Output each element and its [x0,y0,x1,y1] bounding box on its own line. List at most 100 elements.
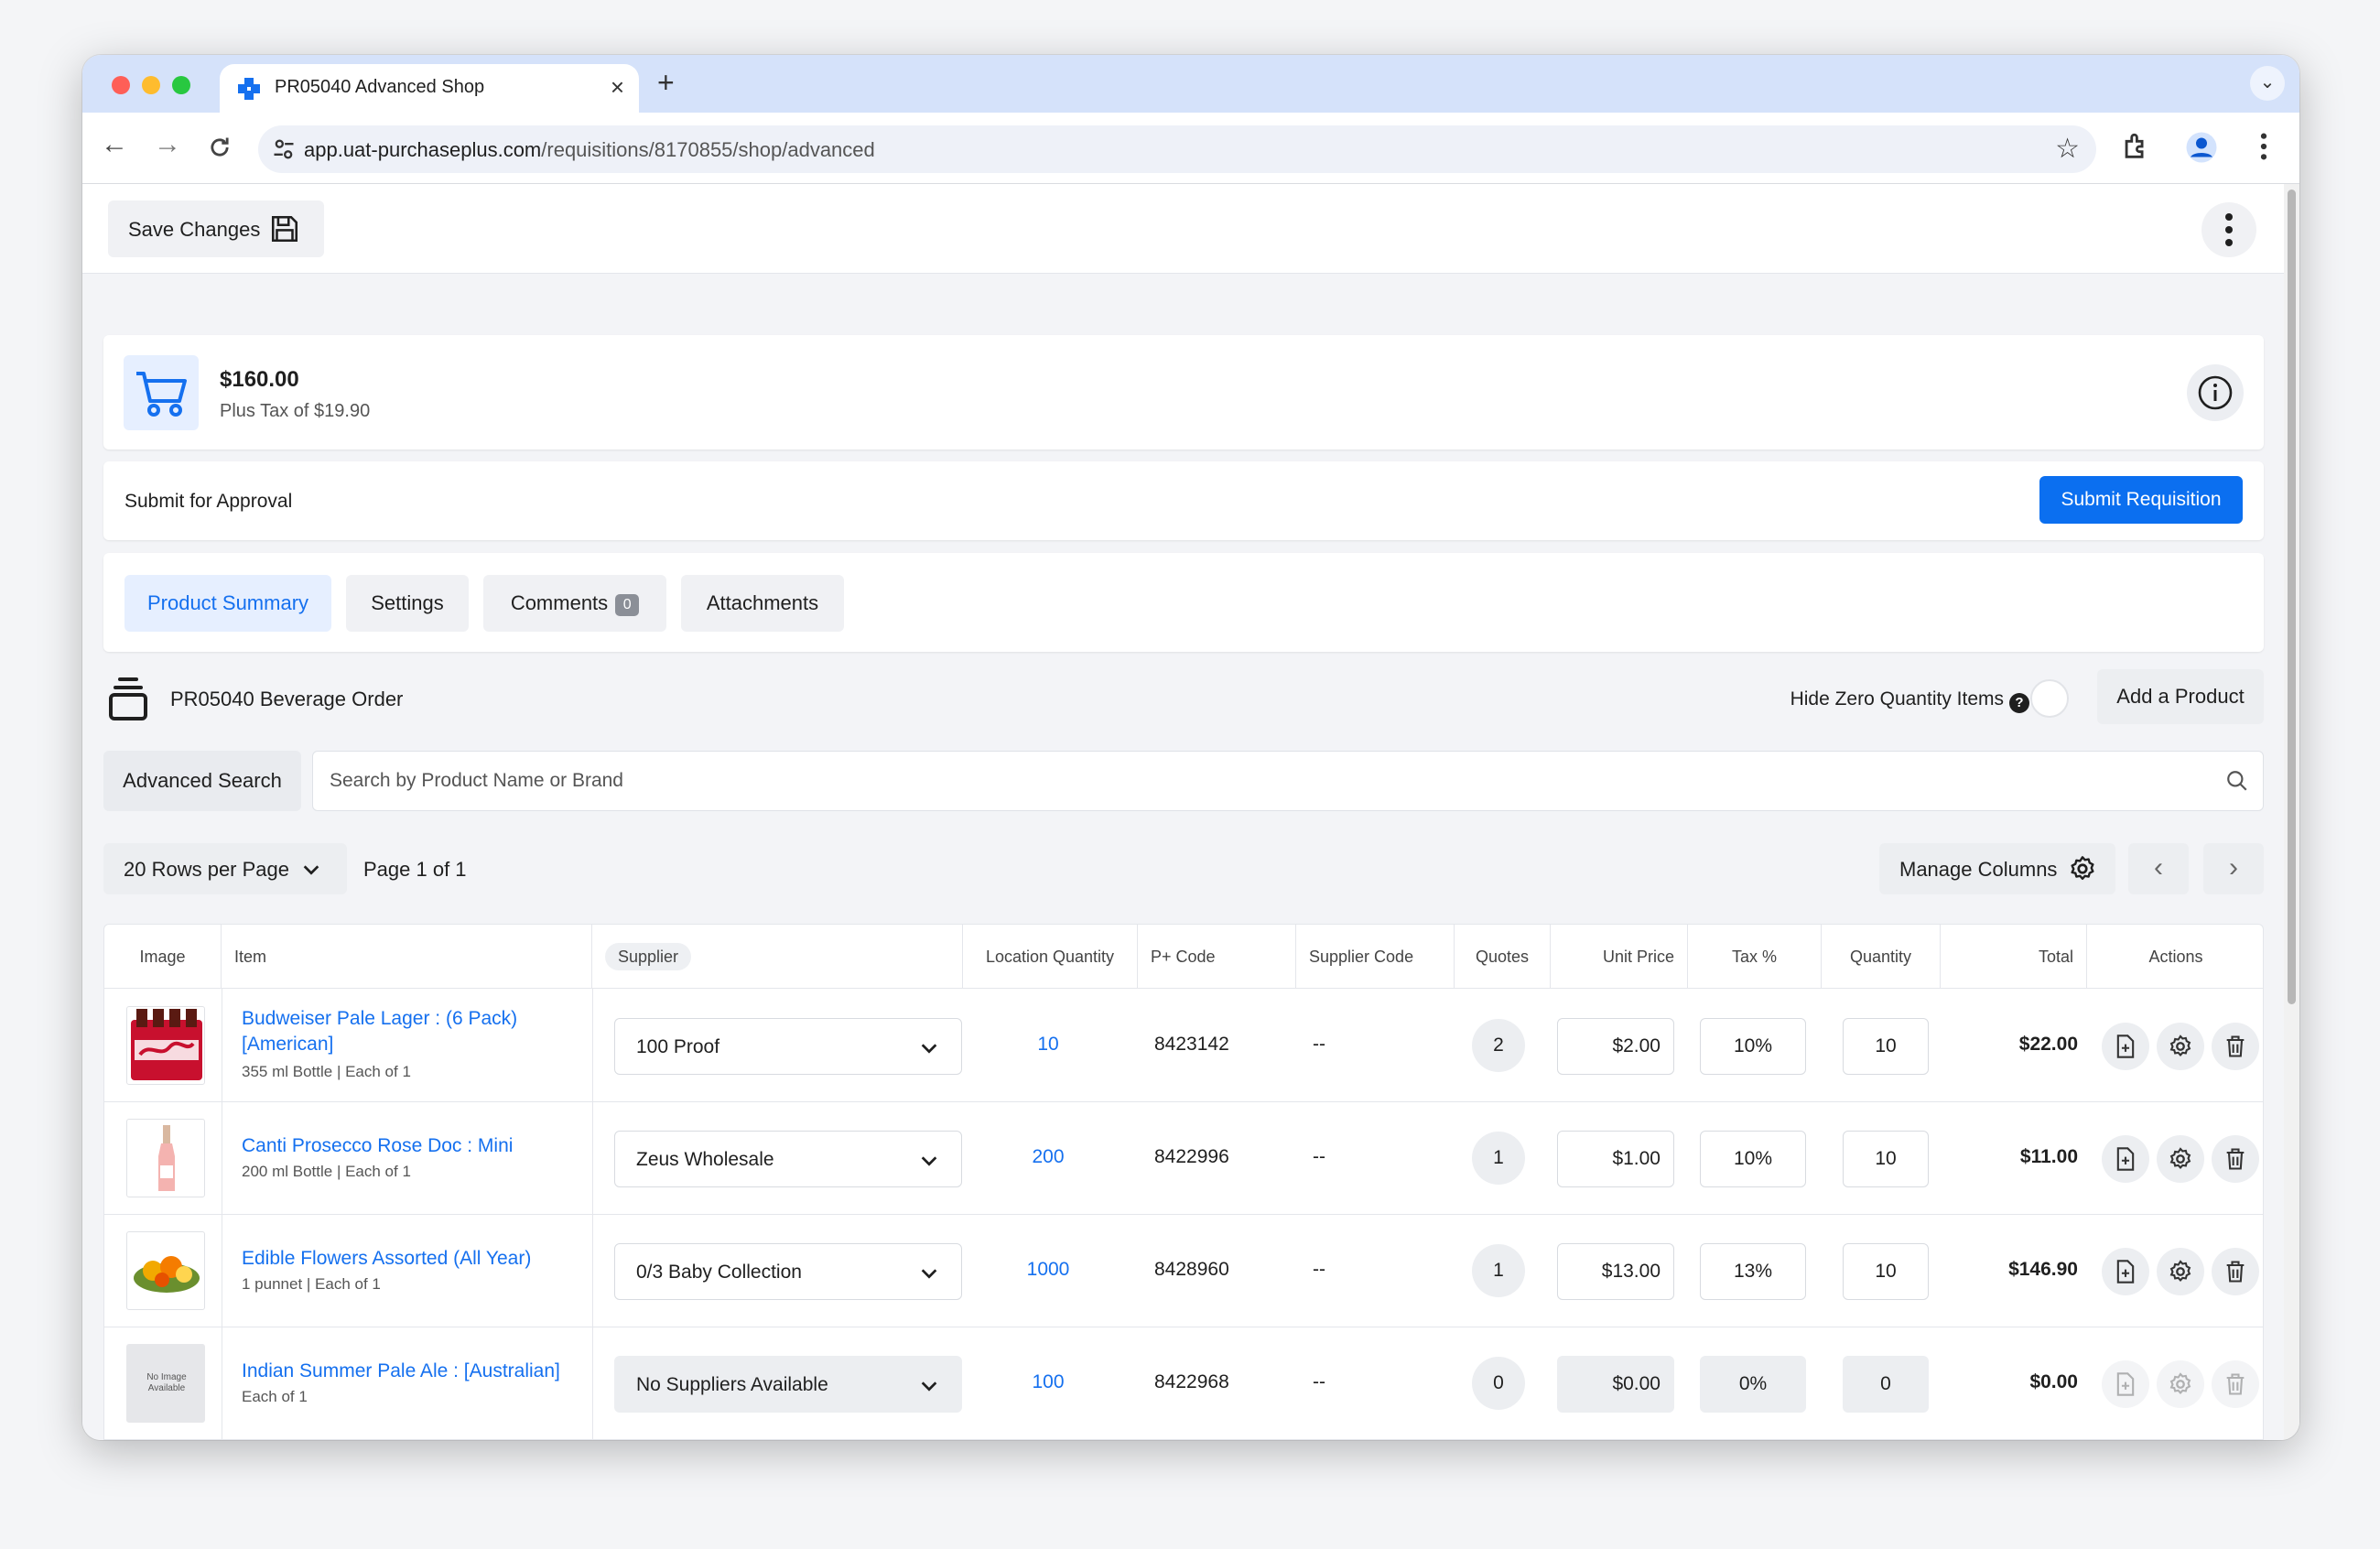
advanced-search-button[interactable]: Advanced Search [103,751,301,811]
quotes-count[interactable]: 0 [1472,1357,1525,1410]
chevron-down-icon [921,1381,937,1392]
total-amount: $160.00 [220,367,299,392]
back-icon[interactable]: ← [101,129,128,160]
delete-row-button[interactable] [2212,1135,2259,1183]
browser-toolbar: ← → app.uat-purchaseplus.com/requisition… [82,113,2299,184]
location-quantity-link[interactable]: 1000 [961,1259,1135,1281]
comments-count-badge: 0 [615,594,640,616]
chevron-down-icon [921,1044,937,1054]
product-name-link[interactable]: Budweiser Pale Lager : (6 Pack) [American… [242,1006,580,1057]
tab-attachments[interactable]: Attachments [681,575,844,632]
product-image[interactable] [126,1006,205,1085]
supplier-select[interactable]: Zeus Wholesale [614,1131,962,1187]
tab-search-icon[interactable]: ⌄ [2250,66,2285,101]
product-name-link[interactable]: Indian Summer Pale Ale : [Australian] [242,1359,580,1384]
reload-icon[interactable] [207,135,233,160]
unit-price-input[interactable]: $2.00 [1557,1018,1674,1075]
new-tab-icon[interactable]: + [657,66,675,100]
product-search-input[interactable] [312,751,2264,811]
add-note-button[interactable] [2102,1135,2149,1183]
location-quantity-link[interactable]: 10 [961,1034,1135,1056]
chevron-down-icon [303,865,319,875]
quantity-input[interactable]: 10 [1843,1018,1929,1075]
tax-input[interactable]: 10% [1700,1018,1806,1075]
search-icon[interactable] [2225,769,2249,793]
unit-price-input[interactable]: $13.00 [1557,1243,1674,1300]
product-image[interactable] [126,1231,205,1310]
table-header: Image Item Supplier Location Quantity P+… [104,925,2263,989]
quantity-input[interactable]: 10 [1843,1243,1929,1300]
next-page-button[interactable]: › [2203,843,2264,894]
hide-zero-label: Hide Zero Quantity Items? [1790,688,2029,713]
close-tab-icon[interactable]: × [611,73,624,102]
add-note-button[interactable] [2102,1023,2149,1070]
info-button[interactable] [2187,364,2244,421]
product-image[interactable] [126,1119,205,1197]
tab-product-summary[interactable]: Product Summary [124,575,331,632]
file-plus-icon [2116,1147,2135,1171]
quotes-count[interactable]: 1 [1472,1244,1525,1297]
supplier-code: -- [1313,1371,1325,1392]
total-tax: Plus Tax of $19.90 [220,401,371,421]
tax-input[interactable]: 13% [1700,1243,1806,1300]
more-options-button[interactable] [2202,202,2256,257]
help-icon[interactable]: ? [2009,693,2029,713]
delete-row-button[interactable] [2212,1248,2259,1295]
p-code: 8423142 [1154,1034,1229,1055]
maximize-window-button[interactable] [172,76,190,94]
col-supplier[interactable]: Supplier [592,925,963,989]
col-quotes: Quotes [1455,925,1551,989]
quantity-input[interactable]: 10 [1843,1131,1929,1187]
quotes-count[interactable]: 2 [1472,1019,1525,1072]
save-changes-button[interactable]: Save Changes [108,200,324,257]
row-settings-button[interactable] [2157,1135,2204,1183]
product-name-link[interactable]: Canti Prosecco Rose Doc : Mini [242,1133,580,1159]
tax-input[interactable]: 10% [1700,1131,1806,1187]
previous-page-button[interactable]: ‹ [2128,843,2189,894]
col-tax: Tax % [1688,925,1822,989]
close-window-button[interactable] [112,76,130,94]
location-quantity-link[interactable]: 100 [961,1371,1135,1393]
browser-menu-icon[interactable] [2257,131,2270,162]
tab-settings[interactable]: Settings [346,575,469,632]
order-title: PR05040 Beverage Order [170,688,404,710]
tab-comments[interactable]: Comments 0 [483,575,666,632]
site-settings-icon[interactable] [271,136,297,162]
browser-window: PR05040 Advanced Shop × + ⌄ ← → app.uat-… [82,55,2299,1440]
product-details: 1 punnet | Each of 1 [242,1275,381,1293]
supplier-select[interactable]: 100 Proof [614,1018,962,1075]
extensions-icon[interactable] [2120,131,2151,162]
add-note-button[interactable] [2102,1248,2149,1295]
p-code: 8428960 [1154,1259,1229,1280]
hide-zero-toggle[interactable] [2030,679,2069,718]
browser-tab[interactable]: PR05040 Advanced Shop × [220,64,639,113]
profile-avatar-icon[interactable] [2185,131,2218,164]
row-settings-button[interactable] [2157,1248,2204,1295]
product-details: Each of 1 [242,1388,308,1405]
forward-icon[interactable]: → [154,129,181,160]
scrollbar-thumb[interactable] [2288,190,2296,1004]
location-quantity-link[interactable]: 200 [961,1146,1135,1168]
unit-price-input[interactable]: $1.00 [1557,1131,1674,1187]
info-icon [2198,375,2233,410]
supplier-select[interactable]: No Suppliers Available [614,1356,962,1413]
floppy-disk-icon [271,215,298,243]
row-settings-button[interactable] [2157,1023,2204,1070]
trash-icon [2226,1035,2245,1057]
manage-columns-button[interactable]: Manage Columns [1879,843,2115,894]
supplier-select[interactable]: 0/3 Baby Collection [614,1243,962,1300]
col-location-quantity: Location Quantity [963,925,1138,989]
page-scrollbar[interactable] [2284,184,2299,1440]
add-product-button[interactable]: Add a Product [2097,669,2264,724]
address-bar[interactable]: app.uat-purchaseplus.com/requisitions/81… [258,125,2096,173]
file-plus-icon [2116,1034,2135,1058]
delete-row-button[interactable] [2212,1023,2259,1070]
product-name-link[interactable]: Edible Flowers Assorted (All Year) [242,1246,580,1272]
quotes-count[interactable]: 1 [1472,1132,1525,1185]
rows-per-page-select[interactable]: 20 Rows per Page [103,843,347,894]
submit-requisition-button[interactable]: Submit Requisition [2039,476,2243,524]
bookmark-star-icon[interactable]: ☆ [2055,133,2080,165]
products-table: Image Item Supplier Location Quantity P+… [103,924,2264,1440]
minimize-window-button[interactable] [142,76,160,94]
supplier-code: -- [1313,1146,1325,1167]
